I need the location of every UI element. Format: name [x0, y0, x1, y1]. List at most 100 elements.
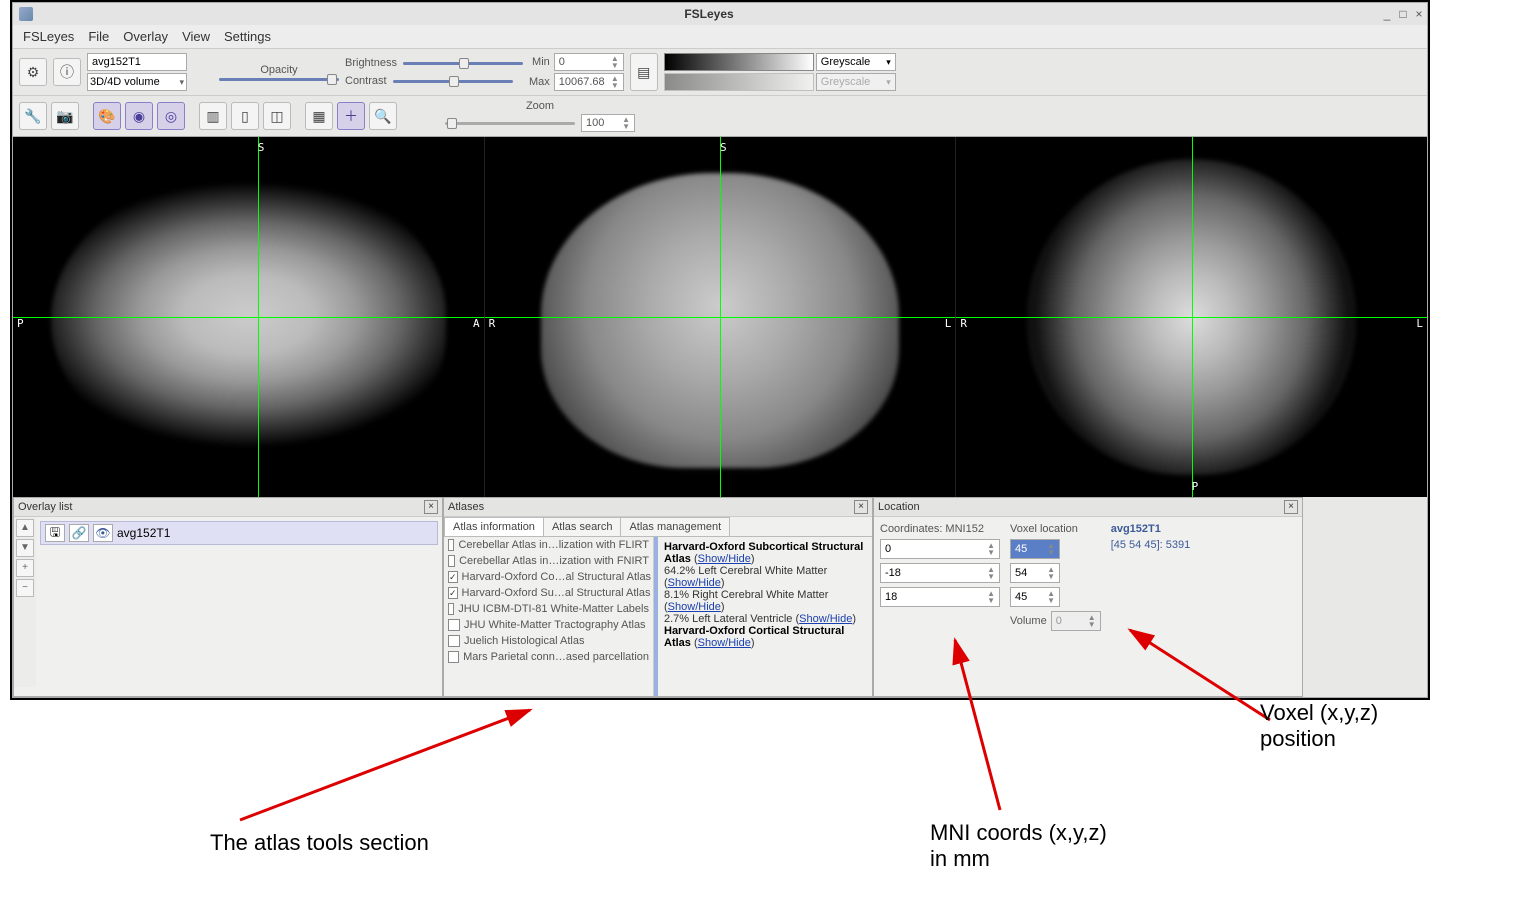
atlas-list: Cerebellar Atlas in…lization with FLIRT C…: [444, 537, 654, 696]
atlas-checkbox[interactable]: ✓: [448, 571, 458, 583]
coronal-view[interactable]: S R L: [485, 137, 957, 497]
zoom-label: Zoom: [526, 100, 554, 112]
menu-settings[interactable]: Settings: [224, 29, 271, 44]
menu-overlay[interactable]: Overlay: [123, 29, 168, 44]
overlay-list-item[interactable]: 🖫 🔗 👁 avg152T1: [40, 521, 438, 545]
atlas-checkbox[interactable]: [448, 603, 454, 615]
camera-icon[interactable]: 📷: [51, 102, 79, 130]
neg-colormap-preview: [664, 73, 814, 91]
menu-fsleyes[interactable]: FSLeyes: [23, 29, 74, 44]
max-value-input[interactable]: 10067.68▲▼: [554, 73, 624, 91]
mni-y-input[interactable]: -18▲▼: [880, 563, 1000, 583]
mni-z-input[interactable]: 18▲▼: [880, 587, 1000, 607]
settings-icon[interactable]: ⚙: [19, 58, 47, 86]
opacity-slider[interactable]: [219, 78, 339, 81]
atlas-checkbox[interactable]: [448, 555, 455, 567]
atlas-list-item[interactable]: Mars Parietal conn…ased parcellation: [444, 649, 653, 665]
voxel-z-input[interactable]: 45▲▼: [1010, 587, 1060, 607]
pin-icon[interactable]: ◉: [125, 102, 153, 130]
show-hide-link[interactable]: Show/Hide: [698, 637, 751, 649]
target-icon[interactable]: ◎: [157, 102, 185, 130]
coords-label: Coordinates: MNI152: [880, 523, 1000, 535]
layout-3col-icon[interactable]: ▥: [199, 102, 227, 130]
atlas-item-label: Mars Parietal conn…ased parcellation: [463, 651, 649, 663]
atlas-list-item[interactable]: ✓ Harvard-Oxford Co…al Structural Atlas: [444, 569, 653, 585]
brain-image-sagittal: [51, 173, 446, 468]
atlas-list-item[interactable]: Juelich Histological Atlas: [444, 633, 653, 649]
sagittal-view[interactable]: S P A: [13, 137, 485, 497]
axial-view[interactable]: R L P: [956, 137, 1427, 497]
overlay-panel-close[interactable]: ×: [424, 500, 438, 514]
display-range-icon[interactable]: ▤: [630, 53, 658, 91]
brightness-slider[interactable]: [403, 62, 523, 65]
maximize-button[interactable]: □: [1395, 7, 1411, 21]
visibility-icon[interactable]: 👁: [93, 524, 113, 542]
atlas-list-item[interactable]: Cerebellar Atlas in…ization with FNIRT: [444, 553, 653, 569]
min-value-input[interactable]: 0▲▼: [554, 53, 624, 71]
contrast-label: Contrast: [345, 75, 387, 87]
overlay-side-controls: ▲ ▼ + −: [14, 517, 36, 687]
move-up-button[interactable]: ▲: [16, 519, 34, 537]
view-toolbar: 🔧 📷 🎨 ◉ ◎ ▥ ▯ ◫ ▦ ＋ 🔍 Zoom 100▲▼: [13, 96, 1427, 137]
atlas-item-label: Juelich Histological Atlas: [464, 635, 584, 647]
mni-x-input[interactable]: 0▲▼: [880, 539, 1000, 559]
colormap-preview: [664, 53, 814, 71]
orient-r: R: [489, 317, 496, 330]
atlases-panel-close[interactable]: ×: [854, 500, 868, 514]
colormap-select[interactable]: Greyscale: [816, 53, 896, 71]
atlas-list-item[interactable]: JHU ICBM-DTI-81 White-Matter Labels: [444, 601, 653, 617]
menu-file[interactable]: File: [88, 29, 109, 44]
link-icon[interactable]: 🔗: [69, 524, 89, 542]
atlas-list-item[interactable]: Cerebellar Atlas in…lization with FLIRT: [444, 537, 653, 553]
overlay-toolbar: ⚙ ⓘ 3D/4D volume Opacity Brightness Cont…: [13, 49, 1427, 96]
volume-input[interactable]: 0▲▼: [1051, 611, 1101, 631]
palette-icon[interactable]: 🎨: [93, 102, 121, 130]
volume-label: Volume: [1010, 615, 1047, 627]
atlas-checkbox[interactable]: [448, 635, 460, 647]
min-label: Min: [532, 56, 550, 68]
atlas-list-item[interactable]: ✓Harvard-Oxford Su…al Structural Atlas: [444, 585, 653, 601]
minimize-button[interactable]: _: [1379, 7, 1395, 21]
overlay-type-select[interactable]: 3D/4D volume: [87, 73, 187, 91]
zoom-icon[interactable]: 🔍: [369, 102, 397, 130]
location-overlay-name: avg152T1: [1111, 523, 1191, 535]
show-hide-link[interactable]: Show/Hide: [799, 613, 852, 625]
crosshair-icon[interactable]: ＋: [337, 102, 365, 130]
contrast-slider[interactable]: [393, 80, 513, 83]
arrow-voxel: [1120, 620, 1280, 730]
show-hide-link[interactable]: Show/Hide: [698, 553, 751, 565]
layout-split-icon[interactable]: ◫: [263, 102, 291, 130]
show-hide-link[interactable]: Show/Hide: [668, 601, 721, 613]
location-panel-close[interactable]: ×: [1284, 500, 1298, 514]
atlas-checkbox[interactable]: [448, 619, 460, 631]
tab-atlas-information[interactable]: Atlas information: [444, 517, 544, 536]
layout-col-icon[interactable]: ▯: [231, 102, 259, 130]
crosshair-horizontal: [13, 317, 484, 318]
atlas-checkbox[interactable]: [448, 651, 459, 663]
save-icon[interactable]: 🖫: [45, 524, 65, 542]
window-title: FSLeyes: [39, 7, 1379, 21]
add-overlay-button[interactable]: +: [16, 559, 34, 577]
voxel-y-input[interactable]: 54▲▼: [1010, 563, 1060, 583]
tab-atlas-search[interactable]: Atlas search: [543, 517, 622, 536]
info-icon[interactable]: ⓘ: [53, 58, 81, 86]
overlay-name-input[interactable]: [87, 53, 187, 71]
move-down-button[interactable]: ▼: [16, 539, 34, 557]
menu-view[interactable]: View: [182, 29, 210, 44]
grid-icon[interactable]: ▦: [305, 102, 333, 130]
close-button[interactable]: ×: [1411, 7, 1427, 21]
show-hide-link[interactable]: Show/Hide: [668, 577, 721, 589]
atlas-checkbox[interactable]: ✓: [448, 587, 458, 599]
atlases-panel: Atlases × Atlas information Atlas search…: [443, 497, 873, 697]
zoom-value-input[interactable]: 100▲▼: [581, 114, 635, 132]
atlas-list-item[interactable]: JHU White-Matter Tractography Atlas: [444, 617, 653, 633]
voxel-x-input[interactable]: 45▲▼: [1010, 539, 1060, 559]
orient-a: A: [473, 317, 480, 330]
tab-atlas-management[interactable]: Atlas management: [620, 517, 730, 536]
atlas-checkbox[interactable]: [448, 539, 454, 551]
remove-overlay-button[interactable]: −: [16, 579, 34, 597]
wrench-icon[interactable]: 🔧: [19, 102, 47, 130]
atlas-item-label: Cerebellar Atlas in…lization with FLIRT: [458, 539, 649, 551]
atlas-item-label: Harvard-Oxford Co…al Structural Atlas: [462, 571, 652, 583]
zoom-slider[interactable]: [445, 122, 575, 125]
